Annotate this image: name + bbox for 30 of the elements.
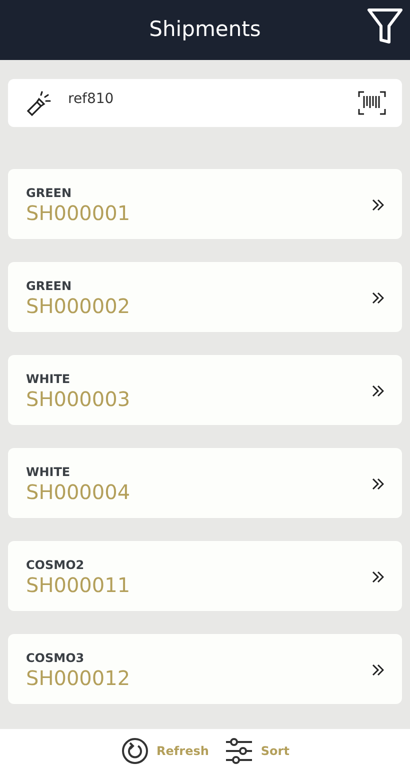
refresh-icon xyxy=(120,737,149,765)
double-chevron-icon xyxy=(372,292,384,304)
flashlight-icon[interactable] xyxy=(24,89,52,117)
shipment-code: SH000001 xyxy=(26,200,130,225)
shipment-card[interactable]: GREEN SH000002 xyxy=(8,262,402,332)
shipment-label: WHITE xyxy=(26,466,72,480)
double-chevron-icon xyxy=(372,570,384,583)
shipment-label: COSMO2 xyxy=(26,559,86,573)
sliders-icon xyxy=(224,737,253,765)
double-chevron-icon xyxy=(372,478,384,490)
shipment-card[interactable]: GREEN SH000001 xyxy=(8,169,402,239)
shipment-label: COSMO3 xyxy=(26,652,86,666)
double-chevron-icon xyxy=(372,384,384,397)
double-chevron-icon xyxy=(372,664,384,676)
shipment-card[interactable]: WHITE SH000004 xyxy=(8,448,402,518)
shipment-card[interactable]: COSMO2 SH000011 xyxy=(8,541,402,611)
shipment-card[interactable]: WHITE SH000003 xyxy=(8,355,402,425)
shipment-code: SH000011 xyxy=(26,572,130,597)
barcode-icon[interactable] xyxy=(358,91,386,115)
shipment-card[interactable]: COSMO3 SH000012 xyxy=(8,634,402,704)
shipment-label: WHITE xyxy=(26,373,72,387)
shipment-label: GREEN xyxy=(26,187,73,201)
double-chevron-icon xyxy=(372,198,384,211)
header-title: Shipments xyxy=(149,16,261,44)
shipment-code: SH000004 xyxy=(26,480,130,504)
filter-icon[interactable] xyxy=(366,6,404,46)
shipment-label: GREEN xyxy=(26,280,73,294)
shipment-code: SH000012 xyxy=(26,666,130,690)
shipment-code: SH000002 xyxy=(26,294,130,318)
shipment-code: SH000003 xyxy=(26,386,130,411)
